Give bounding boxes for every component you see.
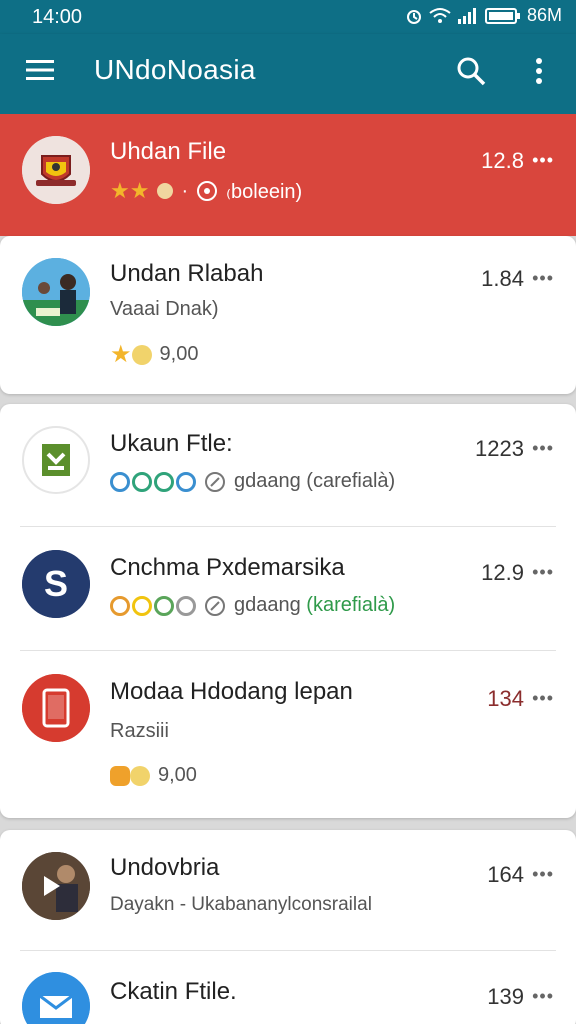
rating-dots-icon — [110, 471, 196, 492]
item-more-icon[interactable]: ••• — [532, 562, 554, 583]
list-item[interactable]: Undovbria Dayakn - Ukabananylconsrailal … — [0, 830, 576, 950]
info-circle-icon — [197, 181, 218, 201]
item-name: Undovbria — [110, 854, 220, 881]
status-bar: 14:00 86M — [0, 0, 576, 34]
list-card: Undovbria Dayakn - Ukabananylconsrailal … — [0, 830, 576, 1024]
info-circle-icon — [205, 471, 225, 492]
item-price: 9,00 — [110, 764, 197, 787]
list-item[interactable]: Undan Rlabah Vaaai Dnak) ★ 9,00 1.84 ••• — [0, 236, 576, 394]
item-name: Cnchma Pxdemarsika — [110, 554, 345, 581]
item-size: 12.9 — [481, 560, 524, 585]
info-circle-icon — [205, 595, 225, 616]
item-size: 134 — [487, 686, 524, 711]
list-item[interactable]: Ckatin Ftile. 139 ••• — [0, 950, 576, 1024]
item-meta-text: ₍boleein) — [226, 180, 303, 203]
item-size: 139 — [487, 984, 524, 1009]
item-name: Undan Rlabah — [110, 260, 264, 287]
list-item[interactable]: S Cnchma Pxdemarsika gdaang (karefialà) … — [0, 526, 576, 650]
item-size: 1.84 — [481, 266, 524, 291]
svg-text:S: S — [44, 563, 68, 604]
price-text: 9,00 — [158, 764, 197, 786]
item-more-icon[interactable]: ••• — [532, 986, 554, 1007]
mail-avatar — [22, 972, 90, 1024]
menu-icon[interactable] — [26, 58, 54, 82]
s-logo-avatar: S — [22, 550, 90, 618]
item-more-icon[interactable]: ••• — [532, 268, 554, 289]
wifi-icon — [429, 7, 451, 23]
item-price: ★ 9,00 — [110, 340, 198, 369]
item-name: Modaa Hdodang lepan — [110, 678, 353, 705]
list-card: Ukaun Ftle: gdaang (carefialà) 1223 ••• … — [0, 404, 576, 818]
status-time: 14:00 — [32, 6, 83, 28]
signal-icon — [457, 7, 476, 24]
list-item[interactable]: Uhdan File ★★ · ₍boleein) 12.8 ••• — [0, 114, 576, 236]
item-name: Ukaun Ftle: — [110, 430, 233, 457]
price-text: 9,00 — [159, 343, 199, 365]
item-subtitle: Dayakn - Ukabananylconsrailal — [110, 894, 372, 915]
search-icon[interactable] — [456, 56, 486, 86]
download-avatar — [22, 426, 90, 494]
item-more-icon[interactable]: ••• — [532, 688, 554, 709]
item-size: 12.8 — [481, 148, 524, 173]
photo-avatar — [22, 258, 90, 326]
item-subtitle: Vaaai Dnak) — [110, 298, 219, 320]
tablet-avatar — [22, 674, 90, 742]
battery-icon — [484, 7, 520, 24]
coin-icon — [130, 765, 150, 786]
bag-icon — [110, 765, 130, 786]
item-size: 164 — [487, 862, 524, 887]
rating-dot-icon — [157, 183, 174, 199]
coin-icon — [131, 344, 152, 365]
rating-dots-icon — [110, 595, 196, 616]
item-subtitle: Razsiii — [110, 720, 169, 742]
crest-avatar — [22, 136, 90, 204]
list-item[interactable]: Modaa Hdodang lepan Razsiii 9,00 134 ••• — [0, 650, 576, 818]
battery-text: 86M — [526, 5, 562, 25]
list-item[interactable]: Ukaun Ftle: gdaang (carefialà) 1223 ••• — [0, 404, 576, 526]
alarm-icon — [406, 9, 421, 24]
more-vert-icon[interactable] — [534, 56, 544, 86]
item-name: Ckatin Ftile. — [110, 978, 237, 1005]
app-bar: UNdoNoasia — [0, 34, 576, 114]
item-size: 1223 — [475, 436, 524, 461]
item-more-icon[interactable]: ••• — [532, 864, 554, 885]
item-meta: gdaang (karefialà) — [110, 594, 395, 617]
video-avatar — [22, 852, 90, 920]
list-card: Undan Rlabah Vaaai Dnak) ★ 9,00 1.84 ••• — [0, 236, 576, 394]
status-icons: 86M — [405, 5, 562, 26]
item-more-icon[interactable]: ••• — [532, 150, 554, 171]
item-meta: gdaang (carefialà) — [110, 470, 395, 493]
item-more-icon[interactable]: ••• — [532, 438, 554, 459]
item-meta-text: gdaang (carefialà) — [234, 470, 396, 492]
item-meta: ★★ · ₍boleein) — [110, 178, 303, 203]
rating-stars: ★★ — [110, 178, 150, 203]
app-title: UNdoNoasia — [94, 54, 256, 85]
star-icon: ★ — [110, 341, 132, 368]
item-name: Uhdan File — [110, 138, 227, 165]
item-meta-text: gdaang (karefialà) — [234, 594, 396, 616]
